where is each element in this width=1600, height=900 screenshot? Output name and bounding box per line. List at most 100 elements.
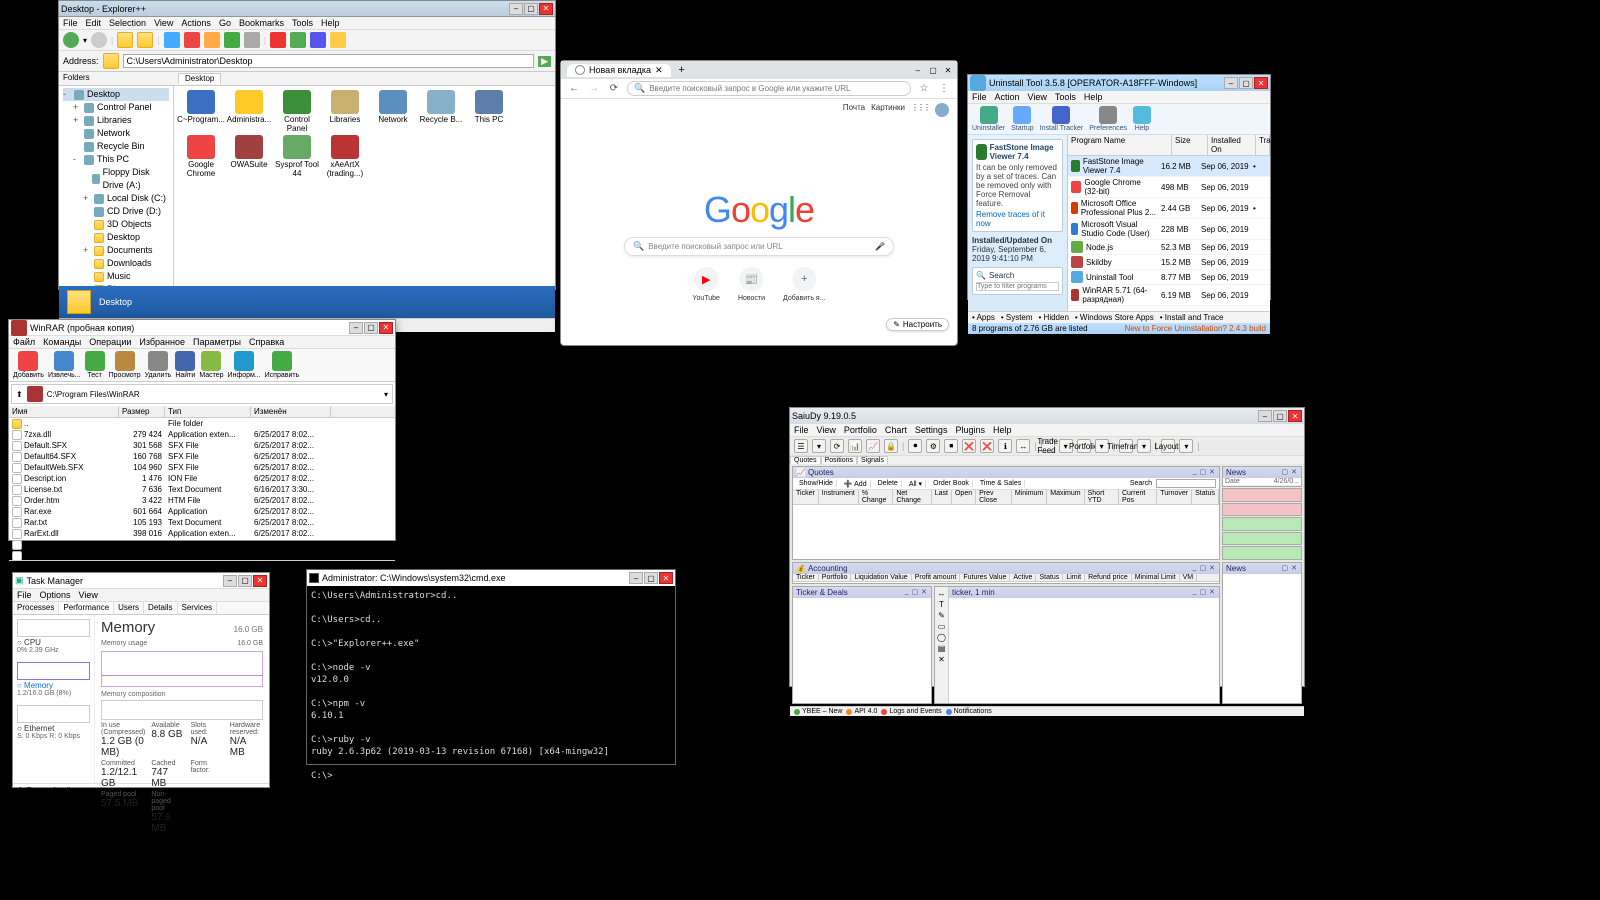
- toolbar-button[interactable]: Тест: [85, 351, 105, 379]
- toolbar-item[interactable]: 🔒: [884, 439, 898, 453]
- col-header[interactable]: Instrument: [819, 490, 859, 504]
- toolbar-item[interactable]: Layouts: [1161, 439, 1175, 453]
- program-row[interactable]: WinRAR 5.71 (64-разрядная)6.19 MBSep 06,…: [1068, 285, 1270, 306]
- tree-item[interactable]: +Control Panel: [63, 101, 169, 114]
- mic-icon[interactable]: 🎤: [875, 242, 885, 251]
- file-row[interactable]: RarFiles.lst4 181LST File5/6/2017 2:2...: [9, 550, 395, 560]
- minimize-button[interactable]: –: [509, 3, 523, 15]
- tab-processes[interactable]: Processes: [13, 602, 59, 614]
- tree-item[interactable]: Music: [63, 270, 169, 283]
- expand-icon[interactable]: ▢: [1281, 468, 1290, 477]
- side-item-cpu[interactable]: ○ CPU0% 2.39 GHz: [17, 619, 90, 654]
- col-header[interactable]: Ticker: [793, 574, 819, 581]
- shortcut-tile[interactable]: ▶YouTube: [692, 267, 720, 302]
- toolbar-item[interactable]: ☰: [794, 439, 808, 453]
- col-header[interactable]: Size: [1172, 135, 1208, 155]
- tree-item[interactable]: +Local Disk (C:): [63, 192, 169, 205]
- explorer-titlebar[interactable]: Desktop - Explorer++ – ▢ ✕: [59, 1, 555, 17]
- buy-tile[interactable]: [1222, 532, 1302, 546]
- tab-positions[interactable]: Positions: [821, 456, 857, 464]
- expand-icon[interactable]: ▢: [1281, 564, 1290, 573]
- col-header[interactable]: Размер: [119, 406, 165, 417]
- tree-item[interactable]: +Documents: [63, 244, 169, 257]
- toolbar-uninstaller[interactable]: Uninstaller: [972, 106, 1005, 132]
- maximize-button[interactable]: ▢: [524, 3, 538, 15]
- tab-signals[interactable]: Signals: [857, 456, 888, 464]
- col-header[interactable]: Futures Value: [960, 574, 1010, 581]
- tree-item[interactable]: Network: [63, 127, 169, 140]
- max-icon[interactable]: ▢: [1199, 588, 1208, 597]
- menu-help[interactable]: Help: [1084, 92, 1103, 102]
- col-header[interactable]: Active: [1010, 574, 1036, 581]
- filter-control[interactable]: Order Book: [930, 480, 973, 487]
- menu-edit[interactable]: Edit: [86, 18, 102, 28]
- sell-tile[interactable]: [1222, 488, 1302, 502]
- col-header[interactable]: Тип: [165, 406, 251, 417]
- col-header[interactable]: Minimal Limit: [1132, 574, 1180, 581]
- toolbar-button[interactable]: Найти: [175, 351, 195, 379]
- customize-button[interactable]: ✎ Настроить: [886, 318, 949, 331]
- desktop-icon[interactable]: C~Program...: [178, 90, 224, 133]
- back-icon[interactable]: ←: [567, 82, 581, 96]
- toolbar-item[interactable]: Portfolio: [1077, 439, 1091, 453]
- file-row[interactable]: RarExt32.dll305 664Application exten...6…: [9, 539, 395, 550]
- omnibox[interactable]: 🔍 Введите поисковый запрос в Google или …: [627, 81, 911, 96]
- toolbar-preferences[interactable]: Preferences: [1089, 106, 1127, 132]
- menu-help[interactable]: Help: [993, 425, 1012, 435]
- menu-item[interactable]: Справка: [249, 337, 284, 347]
- nav-back-icon[interactable]: [63, 32, 79, 48]
- maximize-button[interactable]: ▢: [364, 322, 378, 334]
- tool-icon[interactable]: [290, 32, 306, 48]
- tool-icon[interactable]: [184, 32, 200, 48]
- filter-tab[interactable]: • Install and Trace: [1160, 313, 1224, 322]
- address-input[interactable]: [123, 54, 535, 68]
- toolbar-button[interactable]: Информ...: [228, 351, 261, 379]
- toolbar-help[interactable]: Help: [1133, 106, 1151, 132]
- new-tab-button[interactable]: +: [675, 63, 689, 77]
- col-header[interactable]: Limit: [1063, 574, 1085, 581]
- menu-help[interactable]: Help: [321, 18, 340, 28]
- program-row[interactable]: FastStone Image Viewer 7.416.2 MBSep 06,…: [1068, 156, 1270, 177]
- reload-icon[interactable]: ⟳: [607, 82, 621, 96]
- desktop-icon[interactable]: Administra...: [226, 90, 272, 133]
- toolbar-item[interactable]: ⟳: [830, 439, 844, 453]
- maximize-button[interactable]: ▢: [238, 575, 252, 587]
- force-remove-link[interactable]: Remove traces of it now: [976, 210, 1059, 228]
- filter-control[interactable]: ➕ Add: [841, 480, 871, 488]
- col-header[interactable]: Traced: [1256, 135, 1270, 155]
- program-row[interactable]: Uninstall Tool8.77 MBSep 06, 2019: [1068, 270, 1270, 285]
- col-header[interactable]: Current Pos: [1119, 490, 1157, 504]
- maximize-button[interactable]: ▢: [1273, 410, 1287, 422]
- toolbar-item[interactable]: ❌: [962, 439, 976, 453]
- tab-services[interactable]: Services: [178, 602, 218, 614]
- filter-control[interactable]: Time & Sales: [977, 480, 1025, 487]
- menu-view[interactable]: View: [1028, 92, 1047, 102]
- col-header[interactable]: Изменён: [251, 406, 331, 417]
- desktop-icon[interactable]: Control Panel: [274, 90, 320, 133]
- col-header[interactable]: Turnover: [1157, 490, 1192, 504]
- col-header[interactable]: Installed On: [1208, 135, 1256, 155]
- close-button[interactable]: ✕: [253, 575, 267, 587]
- menu-item[interactable]: Параметры: [193, 337, 241, 347]
- chart-tool[interactable]: ▤: [938, 644, 946, 653]
- col-header[interactable]: Status: [1192, 490, 1219, 504]
- menu-settings[interactable]: Settings: [915, 425, 948, 435]
- menu-plugins[interactable]: Plugins: [955, 425, 985, 435]
- menu-item[interactable]: Избранное: [139, 337, 185, 347]
- col-header[interactable]: Short YTD: [1085, 490, 1119, 504]
- toolbar-button[interactable]: Просмотр: [109, 351, 141, 379]
- tool-icon[interactable]: [270, 32, 286, 48]
- col-header[interactable]: Prev Close: [976, 490, 1012, 504]
- up-icon[interactable]: ⬆: [16, 390, 23, 399]
- meta-link[interactable]: Картинки: [871, 103, 905, 117]
- cmd-output[interactable]: C:\Users\Administrator>cd.. C:\Users>cd.…: [307, 586, 675, 786]
- toolbar-item[interactable]: Timeframe: [1119, 439, 1133, 453]
- toolbar-button[interactable]: Исправить: [265, 351, 300, 379]
- menu-selection[interactable]: Selection: [109, 18, 146, 28]
- desktop-icon[interactable]: Recycle B...: [418, 90, 464, 133]
- side-item-memory[interactable]: ○ Memory1.2/16.0 GB (8%): [17, 662, 90, 697]
- filter-control[interactable]: All ▾: [906, 480, 926, 488]
- bottom-tab[interactable]: Notifications: [946, 708, 992, 715]
- menu-action[interactable]: Action: [995, 92, 1020, 102]
- file-row[interactable]: Default.SFX301 568SFX File6/25/2017 8:02…: [9, 440, 395, 451]
